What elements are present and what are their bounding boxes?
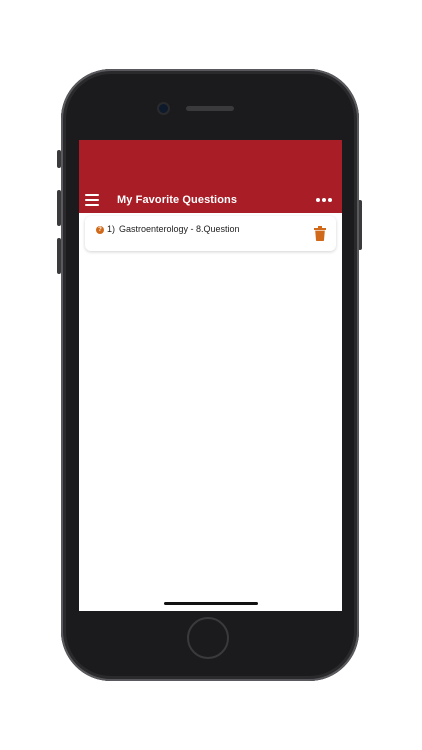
more-options-icon[interactable] [316, 198, 332, 202]
item-index: 1) [107, 224, 116, 234]
phone-screen: My Favorite Questions ? 1) Gastroenterol… [79, 140, 342, 611]
earpiece-speaker [186, 106, 234, 111]
front-camera [159, 104, 168, 113]
trash-icon[interactable] [314, 226, 326, 241]
hamburger-menu-icon[interactable] [85, 194, 99, 206]
page-title: My Favorite Questions [117, 194, 238, 206]
question-circle-icon: ? [96, 226, 104, 234]
app-bar: My Favorite Questions [79, 140, 342, 213]
home-button [187, 617, 229, 659]
home-indicator [164, 602, 258, 605]
favorite-question-item[interactable]: ? 1) Gastroenterology - 8.Question [85, 216, 336, 251]
item-label: Gastroenterology - 8.Question [119, 224, 240, 234]
